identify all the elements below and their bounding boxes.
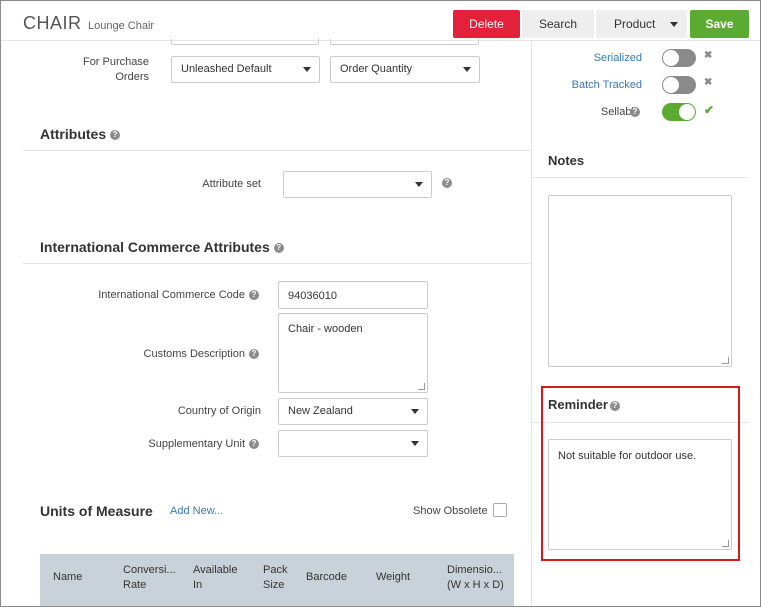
notes-textarea[interactable] (548, 195, 732, 367)
customs-description-label: Customs Description? (61, 348, 259, 360)
select-value: New Zealand (288, 405, 353, 417)
resize-handle-icon[interactable] (418, 383, 425, 390)
column-header-dimensions[interactable]: Dimensio... (W x H x D) (447, 563, 504, 593)
column-header-pack-size[interactable]: Pack Size (263, 563, 287, 593)
help-icon[interactable]: ? (249, 290, 259, 301)
supp-label-text: Supplementary Unit (148, 438, 245, 450)
toggle-knob (679, 104, 695, 120)
toggle-knob (663, 77, 679, 93)
help-icon[interactable]: ? (249, 439, 259, 450)
divider (532, 177, 749, 178)
notes-title: Notes (548, 153, 585, 168)
column-header-weight[interactable]: Weight (376, 570, 410, 585)
search-button[interactable]: Search (522, 10, 594, 38)
country-of-origin-label: Country of Origin (177, 405, 261, 417)
product-edit-page: CHAIR Lounge Chair Delete Search Product… (0, 0, 761, 607)
country-of-origin-select[interactable]: New Zealand (278, 398, 428, 425)
chevron-down-icon (415, 182, 423, 187)
column-header-text: In (193, 579, 203, 591)
attributes-title-text: Attributes (40, 126, 107, 142)
chevron-down-icon (463, 67, 471, 72)
product-menu-button[interactable]: Product (596, 10, 687, 38)
column-header-text: Size (263, 579, 285, 591)
select-value: Unleashed Default (181, 63, 272, 75)
save-button[interactable]: Save (690, 10, 749, 38)
divider (23, 150, 531, 151)
column-header-barcode[interactable]: Barcode (306, 570, 347, 585)
page-title: CHAIR (23, 13, 82, 33)
intl-commerce-section-title: International Commerce Attributes? (40, 239, 284, 255)
attribute-set-label: Attribute set (202, 178, 261, 190)
check-icon: ✔ (704, 103, 715, 117)
column-header-text: Conversi... (123, 564, 176, 576)
cutoff-field[interactable] (330, 39, 479, 45)
intl-code-label-text: International Commerce Code (98, 289, 245, 301)
column-header-name[interactable]: Name (53, 570, 82, 585)
column-header-text: Available (193, 564, 238, 576)
help-icon[interactable]: ? (442, 178, 452, 188)
attribute-set-select[interactable] (283, 171, 432, 198)
column-header-text: Pack (263, 564, 288, 576)
column-header-text: Name (53, 571, 83, 583)
column-header-text: Barcode (306, 571, 347, 583)
chevron-down-icon (411, 409, 419, 414)
product-menu-label: Product (614, 17, 656, 31)
page-header: CHAIR Lounge Chair Delete Search Product… (1, 1, 760, 41)
column-header-text: (W x H x D) (447, 579, 504, 591)
column-header-text: Dimensio... (447, 564, 503, 576)
supplementary-unit-label: Supplementary Unit? (61, 438, 259, 450)
column-divider (531, 41, 532, 606)
sellable-toggle[interactable] (662, 103, 696, 121)
attributes-section-title: Attributes? (40, 126, 121, 142)
help-icon[interactable]: ? (630, 107, 640, 117)
customs-description-textarea[interactable]: Chair - wooden (278, 313, 428, 393)
batch-tracked-label: Batch Tracked (571, 79, 642, 91)
toggle-knob (663, 50, 679, 66)
select-value: Order Quantity (340, 63, 413, 75)
purchase-default-select[interactable]: Unleashed Default (171, 56, 320, 83)
x-icon: ✖ (704, 77, 713, 88)
column-header-conversion-rate[interactable]: Conversi... Rate (123, 563, 176, 593)
purchase-quantity-select[interactable]: Order Quantity (330, 56, 480, 83)
customs-value: Chair - wooden (288, 323, 363, 335)
purchase-orders-label-line: Orders (115, 71, 149, 83)
show-obsolete-checkbox[interactable] (493, 503, 507, 517)
help-icon[interactable]: ? (110, 130, 121, 141)
chevron-down-icon (303, 67, 311, 72)
customs-label-text: Customs Description (143, 348, 245, 360)
sellable-label: Sellable (561, 106, 640, 118)
serialized-toggle[interactable] (662, 49, 696, 67)
uom-section-title: Units of Measure (40, 503, 153, 519)
cutoff-field[interactable] (171, 39, 319, 45)
page-subtitle: Lounge Chair (88, 20, 155, 32)
batch-tracked-toggle[interactable] (662, 76, 696, 94)
chevron-down-icon (411, 441, 419, 446)
delete-button[interactable]: Delete (453, 10, 520, 38)
column-header-text: Rate (123, 579, 147, 591)
help-icon[interactable]: ? (249, 349, 259, 360)
divider (23, 263, 531, 264)
uom-table-header: Name Conversi... Rate Available In Pack … (40, 554, 514, 606)
reminder-highlight-box (541, 386, 740, 561)
intl-code-input[interactable]: 94036010 (278, 281, 428, 309)
help-icon[interactable]: ? (273, 243, 284, 254)
intl-code-label: International Commerce Code? (61, 289, 259, 301)
purchase-orders-label-line: For Purchase (82, 56, 149, 68)
purchase-orders-label: For Purchase Orders (61, 55, 149, 85)
add-new-uom-link[interactable]: Add New... (170, 505, 223, 517)
intl-title-text: International Commerce Attributes (40, 239, 270, 255)
supplementary-unit-select[interactable] (278, 430, 428, 457)
column-header-text: Weight (376, 571, 411, 583)
chevron-down-icon (670, 22, 678, 27)
serialized-label: Serialized (593, 52, 642, 64)
column-header-available-in[interactable]: Available In (193, 563, 237, 593)
show-obsolete-label: Show Obsolete (413, 505, 488, 517)
resize-handle-icon[interactable] (722, 357, 729, 364)
x-icon: ✖ (704, 50, 713, 61)
